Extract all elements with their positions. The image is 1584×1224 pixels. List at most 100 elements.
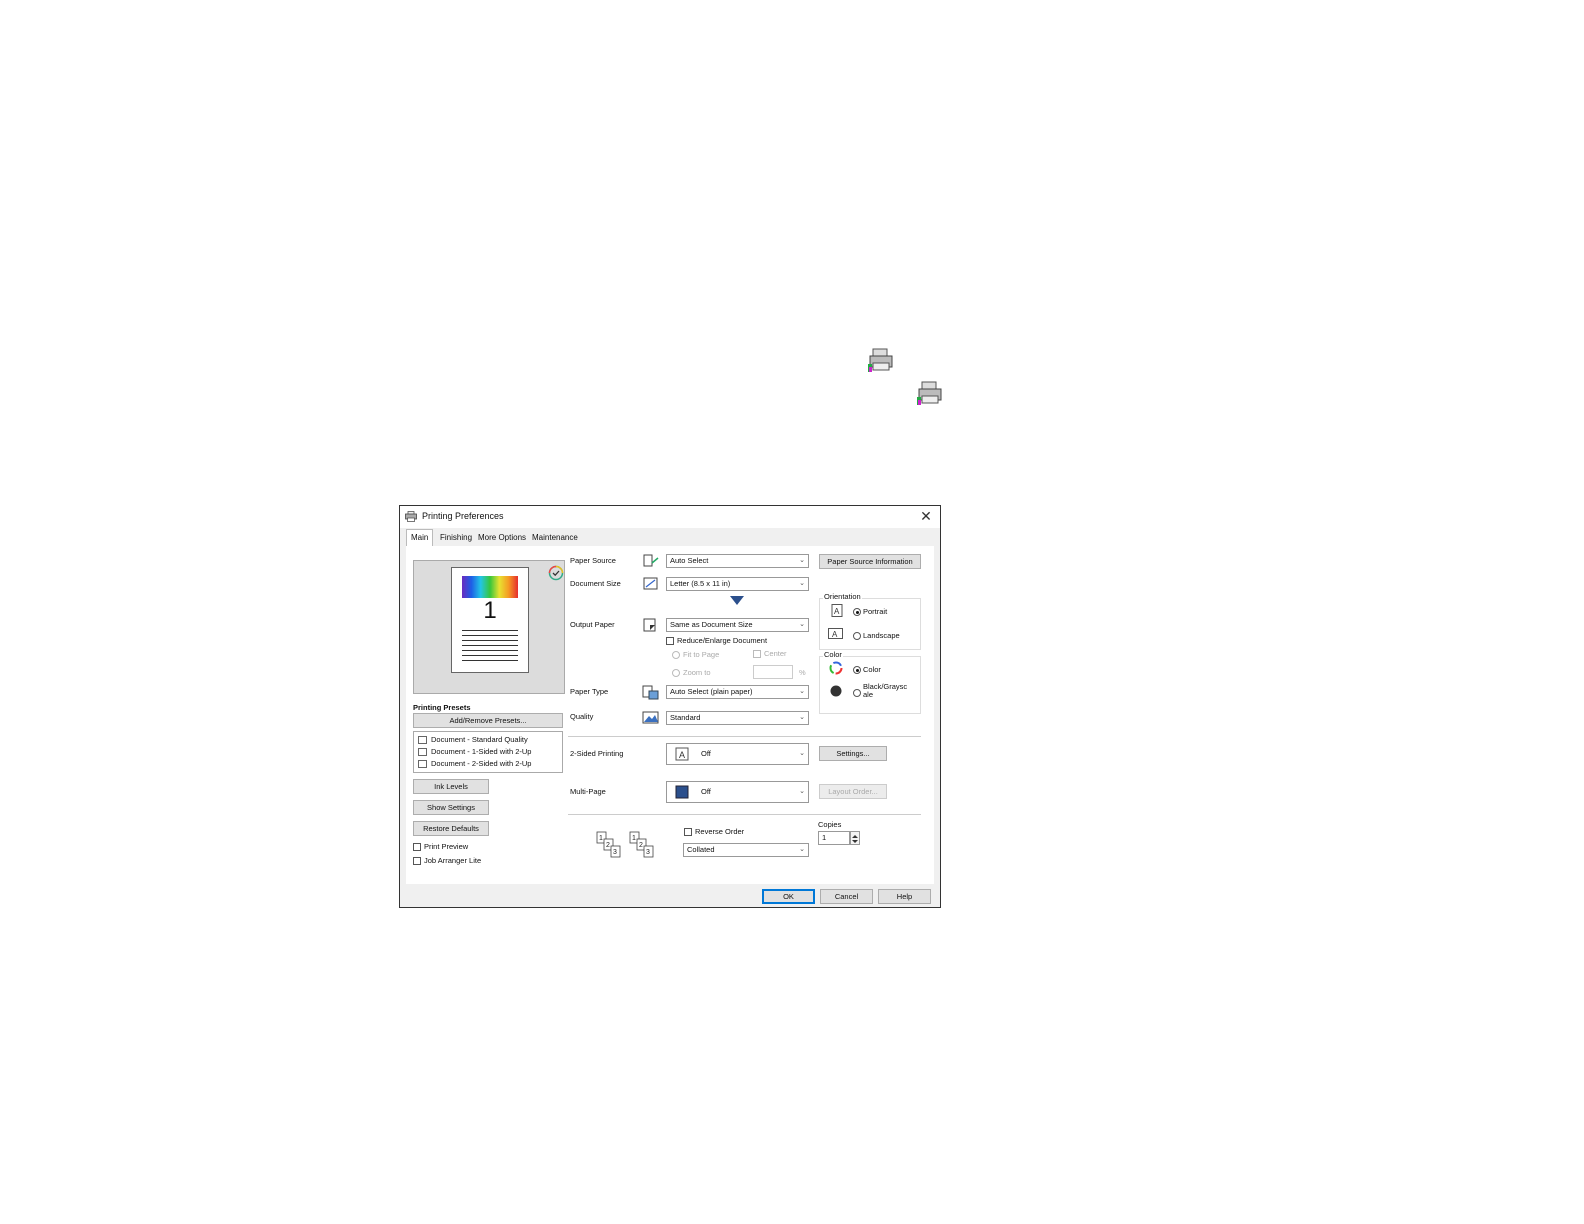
show-settings-button[interactable]: Show Settings <box>413 800 489 815</box>
collate-icon: 1 2 3 1 2 3 <box>596 831 654 858</box>
chevron-down-icon: ⌄ <box>799 688 805 695</box>
color-ring-icon <box>829 661 843 675</box>
landscape-label: Landscape <box>863 631 900 640</box>
document-preset-icon <box>418 760 427 769</box>
paper-type-select[interactable]: Auto Select (plain paper) ⌄ <box>666 685 809 699</box>
svg-text:2: 2 <box>639 842 643 849</box>
printing-preferences-dialog: Printing Preferences ✕ Main Finishing Mo… <box>399 505 941 908</box>
cancel-button[interactable]: Cancel <box>820 889 873 904</box>
page-number: 1 <box>483 597 497 624</box>
svg-text:2: 2 <box>606 842 610 849</box>
svg-text:A: A <box>832 630 838 639</box>
orientation-landscape-icon: A <box>828 628 843 639</box>
document-size-label: Document Size <box>570 579 621 588</box>
chevron-down-icon: ⌄ <box>799 750 805 757</box>
reverse-order-checkbox[interactable] <box>684 828 692 836</box>
layout-order-button[interactable]: Layout Order... <box>819 784 887 799</box>
zoom-to-radio[interactable] <box>672 669 680 677</box>
two-sided-icon: A <box>675 747 689 761</box>
orientation-label: Orientation <box>823 592 862 601</box>
printing-presets-heading: Printing Presets <box>413 703 471 712</box>
grayscale-radio[interactable] <box>853 689 861 697</box>
chevron-down-icon: ⌄ <box>799 580 805 587</box>
printer-icon <box>868 348 893 372</box>
restore-defaults-button[interactable]: Restore Defaults <box>413 821 489 836</box>
svg-text:1: 1 <box>632 835 636 842</box>
dialog-title: Printing Preferences <box>422 511 504 521</box>
chevron-down-icon: ⌄ <box>799 557 805 564</box>
tab-maintenance[interactable]: Maintenance <box>528 530 582 545</box>
copies-input[interactable]: 1 <box>818 831 850 845</box>
paper-type-icon <box>642 685 659 700</box>
reduce-enlarge-label: Reduce/Enlarge Document <box>677 636 768 645</box>
svg-text:A: A <box>834 607 840 616</box>
job-arranger-label: Job Arranger Lite <box>424 856 482 865</box>
orientation-portrait-icon: A <box>831 604 843 617</box>
svg-text:A: A <box>679 750 685 760</box>
zoom-to-label: Zoom to <box>683 668 711 677</box>
black-circle-icon <box>830 685 842 697</box>
color-gradient-bar <box>462 576 518 598</box>
paper-source-select[interactable]: Auto Select ⌄ <box>666 554 809 568</box>
close-button[interactable]: ✕ <box>918 508 934 524</box>
print-preview-label: Print Preview <box>424 842 469 851</box>
output-paper-select[interactable]: Same as Document Size ⌄ <box>666 618 809 632</box>
portrait-radio[interactable] <box>853 608 861 616</box>
spinner-arrows-icon <box>852 835 858 843</box>
document-preset-icon <box>418 748 427 757</box>
title-bar: Printing Preferences ✕ <box>400 506 940 528</box>
paper-source-label: Paper Source <box>570 556 616 565</box>
paper-source-icon <box>643 554 659 567</box>
reduce-enlarge-checkbox[interactable] <box>666 637 674 645</box>
landscape-radio[interactable] <box>853 632 861 640</box>
document-size-icon <box>643 577 658 590</box>
ink-levels-button[interactable]: Ink Levels <box>413 779 489 794</box>
help-button[interactable]: Help <box>878 889 931 904</box>
check-circle-icon <box>548 565 564 581</box>
printer-icon <box>405 511 417 522</box>
two-sided-settings-button[interactable]: Settings... <box>819 746 887 761</box>
quality-icon <box>642 711 659 724</box>
divider <box>568 814 921 815</box>
copies-spinner[interactable] <box>850 831 860 845</box>
add-remove-presets-button[interactable]: Add/Remove Presets... <box>413 713 563 728</box>
quality-label: Quality <box>570 712 594 721</box>
main-tab-panel: 1 Printing Presets Add/Remove Presets...… <box>406 546 934 884</box>
list-item[interactable]: Document - 1-Sided with 2-Up <box>418 746 531 758</box>
fit-to-page-radio[interactable] <box>672 651 680 659</box>
ok-button[interactable]: OK <box>762 889 815 904</box>
print-preview-thumbnail: 1 <box>413 560 565 694</box>
color-radio[interactable] <box>853 666 861 674</box>
multi-page-label: Multi-Page <box>570 787 606 796</box>
reverse-order-label: Reverse Order <box>695 827 745 836</box>
collated-select[interactable]: Collated ⌄ <box>683 843 809 857</box>
document-size-select[interactable]: Letter (8.5 x 11 in) ⌄ <box>666 577 809 591</box>
quality-select[interactable]: Standard ⌄ <box>666 711 809 725</box>
fit-to-page-label: Fit to Page <box>683 650 720 659</box>
svg-text:3: 3 <box>613 849 617 856</box>
print-preview-checkbox[interactable] <box>413 843 421 851</box>
paper-source-information-button[interactable]: Paper Source Information <box>819 554 921 569</box>
portrait-label: Portrait <box>863 607 888 616</box>
tab-finishing[interactable]: Finishing <box>436 530 476 545</box>
zoom-percent-input[interactable] <box>753 665 793 679</box>
tab-main[interactable]: Main <box>406 529 434 547</box>
svg-text:1: 1 <box>599 835 603 842</box>
document-preset-icon <box>418 736 427 745</box>
copies-label: Copies <box>818 820 842 829</box>
center-label: Center <box>764 649 787 658</box>
chevron-down-icon: ⌄ <box>799 714 805 721</box>
center-checkbox[interactable] <box>753 650 761 658</box>
multi-page-select[interactable]: Off ⌄ <box>666 781 809 803</box>
two-sided-select[interactable]: A Off ⌄ <box>666 743 809 765</box>
paper-type-label: Paper Type <box>570 687 609 696</box>
list-item[interactable]: Document - Standard Quality <box>418 734 528 746</box>
printer-icon <box>917 381 942 405</box>
tab-more-options[interactable]: More Options <box>474 530 530 545</box>
list-item[interactable]: Document - 2-Sided with 2-Up <box>418 758 531 770</box>
job-arranger-checkbox[interactable] <box>413 857 421 865</box>
page-preview: 1 <box>451 567 529 673</box>
chevron-down-icon: ⌄ <box>799 788 805 795</box>
color-option-label: Color <box>863 665 881 674</box>
chevron-down-icon: ⌄ <box>799 846 805 853</box>
